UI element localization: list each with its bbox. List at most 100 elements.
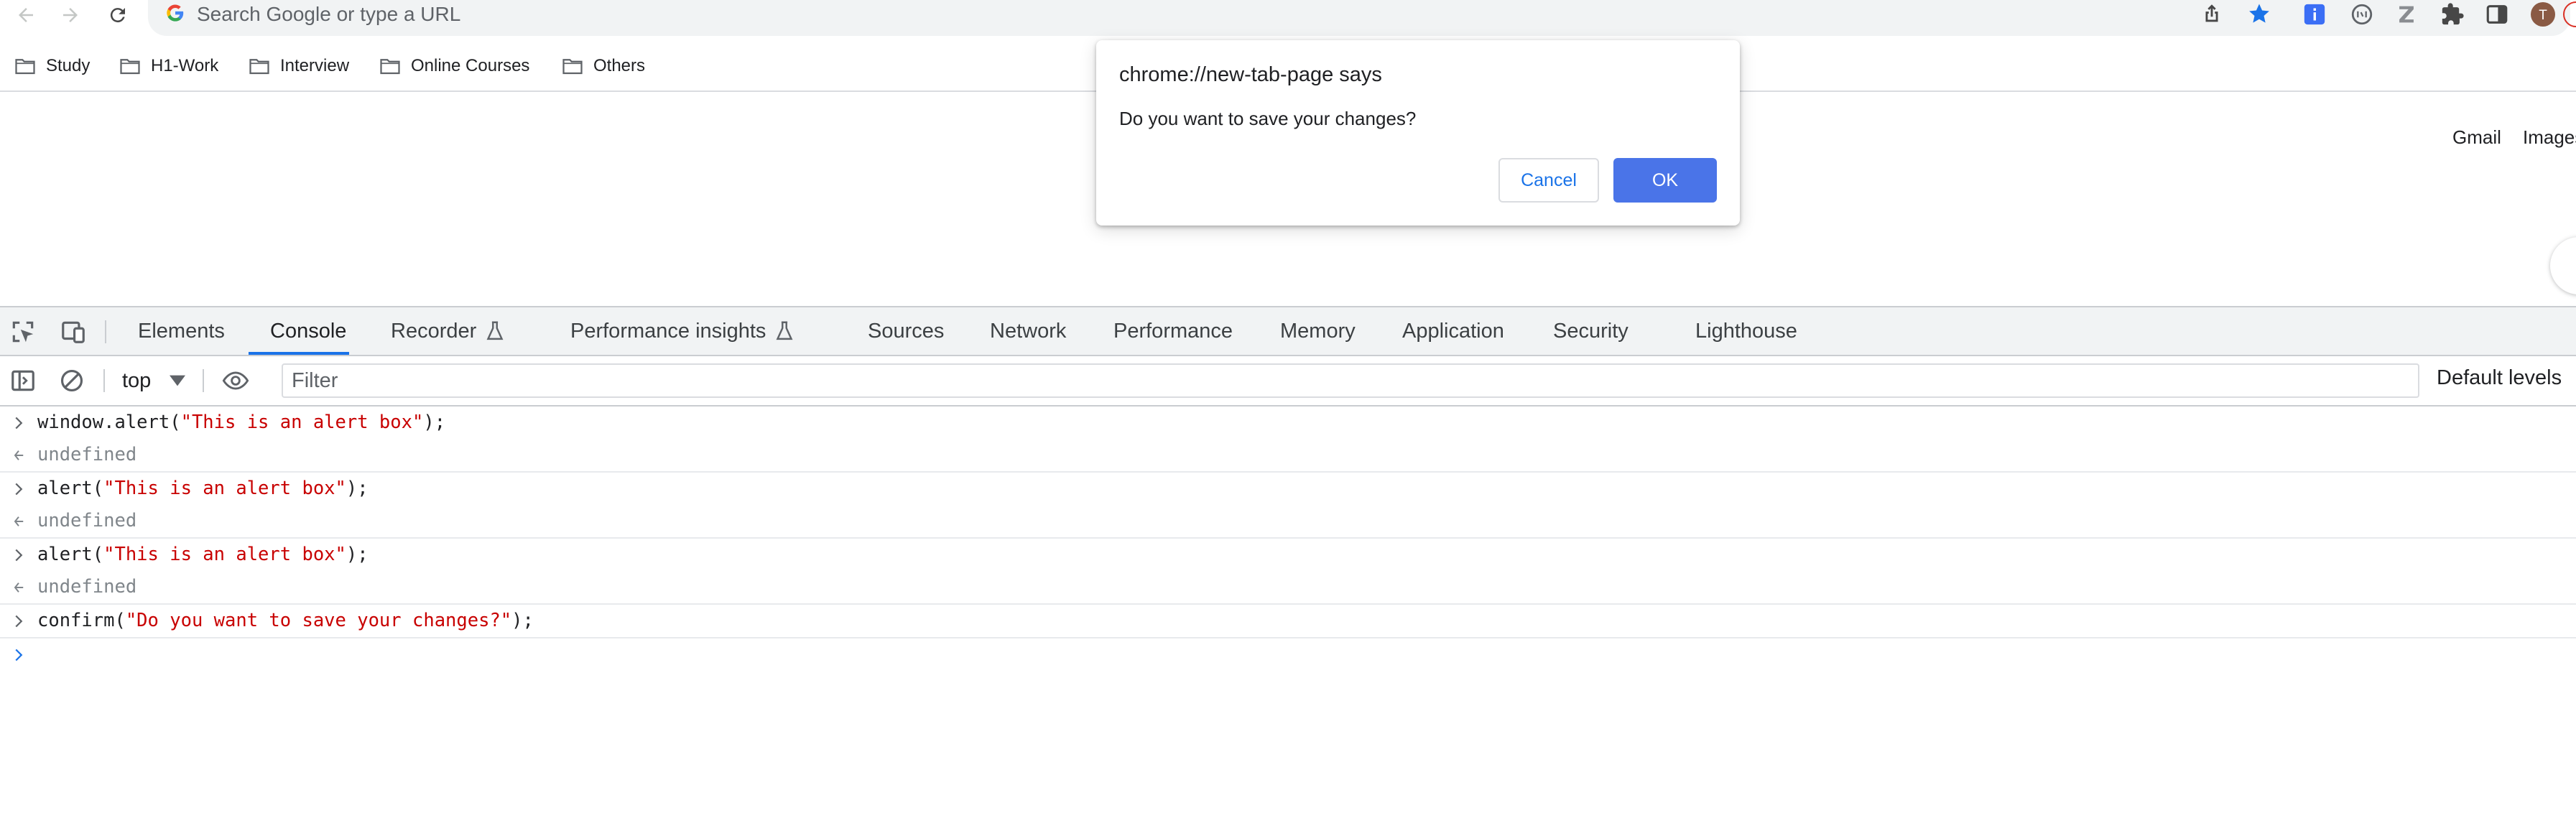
flask-icon: [776, 321, 793, 340]
tab-security[interactable]: Security: [1553, 307, 1628, 355]
console-messages: window.alert("This is an alert box"); un…: [0, 406, 2576, 671]
extension-blue-icon[interactable]: [2302, 1, 2327, 27]
dropdown-arrow-icon: [170, 375, 186, 386]
live-expression-eye-icon[interactable]: [221, 366, 250, 395]
log-levels-dropdown[interactable]: Default levels: [2437, 366, 2562, 390]
tab-application[interactable]: Application: [1402, 307, 1504, 355]
devtools-tab-bar: Elements Console Recorder Performance in…: [0, 307, 2576, 356]
browser-toolbar: Search Google or type a URL T: [0, 0, 2576, 36]
confirm-dialog: chrome://new-tab-page says Do you want t…: [1096, 40, 1740, 226]
folder-icon: [380, 59, 400, 75]
tab-sources[interactable]: Sources: [868, 307, 944, 355]
customize-button[interactable]: [2550, 237, 2576, 294]
chevron-right-icon: [13, 473, 29, 505]
console-input-line: confirm("Do you want to save your change…: [0, 605, 2576, 638]
dialog-title: chrome://new-tab-page says: [1119, 63, 1382, 86]
console-input-line: alert("This is an alert box");: [0, 473, 2576, 505]
images-link[interactable]: Images: [2523, 126, 2576, 149]
active-tab-indicator: [249, 352, 349, 355]
tab-performance[interactable]: Performance: [1113, 307, 1233, 355]
return-arrow-icon: [13, 571, 29, 603]
folder-icon: [15, 59, 35, 75]
result-value: undefined: [37, 576, 137, 598]
profile-avatar[interactable]: T: [2530, 1, 2556, 27]
flask-icon: [486, 321, 504, 340]
toolbar-separator: [105, 320, 106, 343]
share-icon[interactable]: [2200, 1, 2224, 26]
bookmark-label: Others: [593, 56, 646, 75]
folder-icon: [249, 59, 269, 75]
puzzle-icon[interactable]: [2440, 1, 2465, 27]
tab-memory[interactable]: Memory: [1280, 307, 1356, 355]
folder-icon: [120, 59, 140, 75]
code-function: alert(: [37, 544, 104, 565]
code-string: "This is an alert box": [180, 412, 424, 433]
dialog-message: Do you want to save your changes?: [1119, 108, 1417, 129]
bookmark-label: H1-Work: [151, 56, 219, 75]
folder-icon: [562, 59, 583, 75]
bookmark-label: Study: [46, 56, 91, 75]
extension-z-icon[interactable]: [2394, 1, 2419, 27]
extension-circle-icon[interactable]: [2349, 1, 2375, 27]
bookmark-label: Online Courses: [411, 56, 530, 75]
console-prompt-line[interactable]: [0, 638, 2576, 671]
cancel-button[interactable]: Cancel: [1498, 158, 1599, 203]
code-function: alert(: [37, 478, 104, 499]
toolbar-separator: [103, 369, 105, 392]
filter-input[interactable]: [283, 365, 2418, 396]
console-result-line: undefined: [0, 571, 2576, 605]
back-icon[interactable]: [10, 0, 42, 30]
code-end: );: [346, 544, 369, 565]
code-string: "This is an alert box": [103, 478, 346, 499]
code-function: window.alert(: [37, 412, 181, 433]
result-value: undefined: [37, 444, 137, 465]
result-value: undefined: [37, 510, 137, 531]
console-result-line: undefined: [0, 439, 2576, 473]
ok-button[interactable]: OK: [1613, 158, 1717, 203]
side-panel-icon[interactable]: [2484, 1, 2510, 27]
device-toolbar-icon[interactable]: [59, 317, 88, 346]
console-input-line: window.alert("This is an alert box");: [0, 406, 2576, 439]
bookmark-folder-online-courses[interactable]: Online Courses: [379, 52, 529, 80]
tab-console[interactable]: Console: [270, 307, 346, 355]
bookmark-folder-interview[interactable]: Interview: [249, 52, 349, 80]
clear-console-icon[interactable]: [57, 366, 86, 395]
reload-icon[interactable]: [102, 0, 134, 30]
svg-text:T: T: [2539, 8, 2547, 23]
omnibox[interactable]: Search Google or type a URL: [148, 0, 2570, 36]
code-end: );: [346, 478, 369, 499]
bookmark-folder-others[interactable]: Others: [562, 52, 645, 80]
omnibox-placeholder: Search Google or type a URL: [197, 3, 461, 25]
code-end: );: [511, 610, 534, 631]
return-arrow-icon: [13, 505, 29, 537]
show-sidebar-icon[interactable]: [9, 366, 37, 395]
filter-field[interactable]: [282, 363, 2419, 398]
console-result-line: undefined: [0, 505, 2576, 539]
toolbar-separator: [203, 369, 204, 392]
bookmark-label: Interview: [280, 56, 350, 75]
chevron-right-icon: [13, 605, 29, 637]
return-arrow-icon: [13, 439, 29, 471]
bookmark-folder-h1-work[interactable]: H1-Work: [119, 52, 218, 80]
tab-lighthouse[interactable]: Lighthouse: [1695, 307, 1797, 355]
tab-network[interactable]: Network: [990, 307, 1066, 355]
context-selector[interactable]: top: [122, 366, 186, 395]
code-string: "This is an alert box": [103, 544, 346, 565]
code-string: "Do you want to save your changes?": [125, 610, 512, 631]
console-input-line: alert("This is an alert box");: [0, 539, 2576, 571]
forward-icon[interactable]: [55, 0, 86, 30]
code-end: );: [423, 412, 446, 433]
bookmark-star-icon[interactable]: [2247, 1, 2271, 26]
tab-elements[interactable]: Elements: [138, 307, 225, 355]
google-g-icon: [167, 4, 184, 22]
chevron-right-blue-icon: [13, 638, 29, 671]
chevron-right-icon: [13, 406, 29, 439]
code-function: confirm(: [37, 610, 126, 631]
console-toolbar: top Default levels: [0, 356, 2576, 406]
tab-performance-insights[interactable]: Performance insights: [570, 307, 794, 355]
chevron-right-icon: [13, 539, 29, 571]
tab-recorder[interactable]: Recorder: [391, 307, 505, 355]
inspect-element-icon[interactable]: [9, 317, 37, 346]
gmail-link[interactable]: Gmail: [2452, 126, 2501, 149]
bookmark-folder-study[interactable]: Study: [14, 52, 90, 80]
